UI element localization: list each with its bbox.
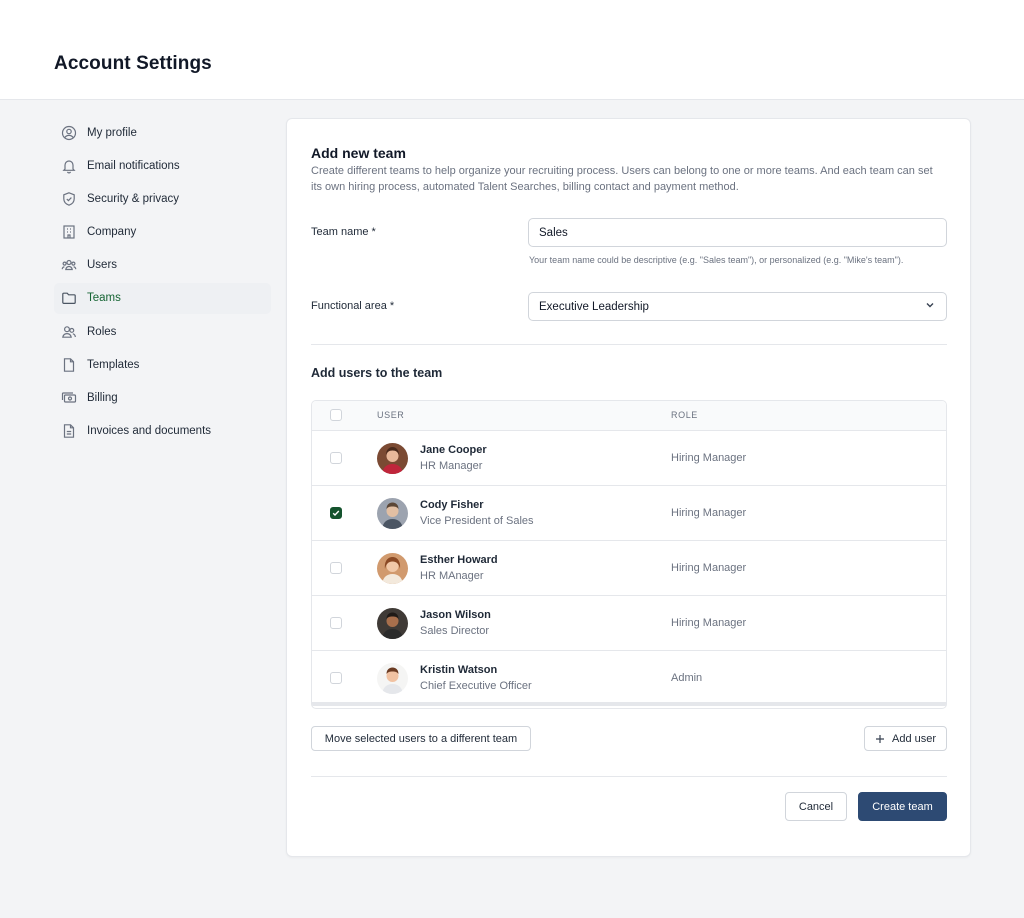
- sidebar-item-label: Users: [87, 259, 118, 272]
- bell-icon: [60, 157, 78, 175]
- avatar: [377, 498, 408, 529]
- section-divider: [311, 344, 947, 345]
- users-section-title: Add users to the team: [311, 366, 443, 380]
- sidebar-item-label: Teams: [87, 292, 121, 305]
- table-row: Jason Wilson Sales Director Hiring Manag…: [312, 596, 946, 651]
- sidebar-item-label: Email notifications: [87, 159, 180, 172]
- create-team-button[interactable]: Create team: [858, 792, 947, 821]
- select-all-checkbox[interactable]: [330, 409, 342, 421]
- user-role: Hiring Manager: [671, 507, 747, 519]
- avatar: [377, 663, 408, 694]
- sidebar-item-label: Roles: [87, 325, 117, 338]
- user-name: Cody Fisher: [420, 499, 484, 511]
- user-role: Hiring Manager: [671, 617, 747, 629]
- user-role: Hiring Manager: [671, 562, 747, 574]
- row-checkbox[interactable]: [330, 507, 342, 519]
- table-row: Jane Cooper HR Manager Hiring Manager: [312, 431, 946, 486]
- users-table: USER ROLE Jane Cooper HR Manager Hiring …: [311, 400, 947, 709]
- column-header-user: USER: [377, 410, 405, 420]
- avatar: [377, 443, 408, 474]
- table-row: Cody Fisher Vice President of Sales Hiri…: [312, 486, 946, 541]
- user-name: Kristin Watson: [420, 664, 498, 676]
- users-icon: [60, 256, 78, 274]
- footer-divider: [311, 776, 947, 777]
- move-users-button[interactable]: Move selected users to a different team: [311, 726, 531, 751]
- sidebar-item-my-profile[interactable]: My profile: [54, 117, 271, 148]
- team-name-label: Team name *: [311, 226, 376, 238]
- folder-icon: [60, 289, 78, 307]
- row-checkbox[interactable]: [330, 672, 342, 684]
- user-title: HR Manager: [420, 460, 483, 472]
- user-name: Jane Cooper: [420, 444, 487, 456]
- cancel-button[interactable]: Cancel: [785, 792, 847, 821]
- form-description: Create different teams to help organize …: [311, 165, 933, 193]
- page-header: Account Settings: [0, 0, 1024, 100]
- user-role: Hiring Manager: [671, 452, 747, 464]
- building-icon: [60, 223, 78, 241]
- sidebar-item-roles[interactable]: Roles: [54, 316, 271, 347]
- row-checkbox[interactable]: [330, 562, 342, 574]
- column-header-role: ROLE: [671, 410, 698, 420]
- sidebar-item-label: Templates: [87, 358, 140, 371]
- user-title: Chief Executive Officer: [420, 680, 532, 692]
- sidebar-item-billing[interactable]: Billing: [54, 383, 271, 414]
- team-name-hint: Your team name could be descriptive (e.g…: [529, 255, 904, 265]
- sidebar-item-label: My profile: [87, 126, 137, 139]
- add-team-card: Add new team Create different teams to h…: [286, 118, 971, 857]
- functional-area-label: Functional area *: [311, 300, 395, 312]
- avatar: [377, 608, 408, 639]
- shield-icon: [60, 190, 78, 208]
- page-title: Account Settings: [54, 53, 212, 74]
- sidebar-item-invoices-documents[interactable]: Invoices and documents: [54, 416, 271, 447]
- table-header: USER ROLE: [312, 401, 946, 431]
- functional-area-select[interactable]: Executive Leadership: [528, 292, 947, 321]
- settings-sidebar: My profile Email notifications Security …: [54, 117, 271, 449]
- document-icon: [60, 356, 78, 374]
- plus-icon: [875, 734, 884, 743]
- chevron-down-icon: [924, 299, 936, 314]
- form-title: Add new team: [311, 145, 406, 161]
- sidebar-item-label: Company: [87, 226, 137, 239]
- sidebar-item-users[interactable]: Users: [54, 250, 271, 281]
- sidebar-item-label: Billing: [87, 392, 118, 404]
- cash-icon: [60, 389, 78, 407]
- user-group-icon: [60, 323, 78, 341]
- avatar: [377, 553, 408, 584]
- user-circle-icon: [60, 124, 78, 142]
- user-title: Sales Director: [420, 625, 490, 637]
- user-name: Esther Howard: [420, 554, 498, 566]
- team-name-input[interactable]: [528, 218, 947, 247]
- functional-area-value: Executive Leadership: [539, 300, 649, 313]
- row-checkbox[interactable]: [330, 452, 342, 464]
- sidebar-item-security-privacy[interactable]: Security & privacy: [54, 183, 271, 214]
- sidebar-item-company[interactable]: Company: [54, 217, 271, 248]
- table-row: Kristin Watson Chief Executive Officer A…: [312, 651, 946, 706]
- sidebar-item-teams[interactable]: Teams: [54, 282, 271, 314]
- user-role: Admin: [671, 672, 703, 684]
- sidebar-item-label: Security & privacy: [87, 192, 180, 205]
- sidebar-item-label: Invoices and documents: [87, 425, 212, 438]
- document-text-icon: [60, 422, 78, 440]
- add-user-button[interactable]: Add user: [864, 726, 947, 751]
- add-user-label: Add user: [891, 732, 937, 745]
- user-title: HR MAnager: [420, 570, 484, 582]
- sidebar-item-templates[interactable]: Templates: [54, 349, 271, 380]
- sidebar-item-email-notifications[interactable]: Email notifications: [54, 150, 271, 181]
- user-name: Jason Wilson: [420, 609, 491, 621]
- checkmark-icon: [332, 510, 340, 517]
- table-row: Esther Howard HR MAnager Hiring Manager: [312, 541, 946, 596]
- row-checkbox[interactable]: [330, 617, 342, 629]
- user-title: Vice President of Sales: [420, 515, 534, 527]
